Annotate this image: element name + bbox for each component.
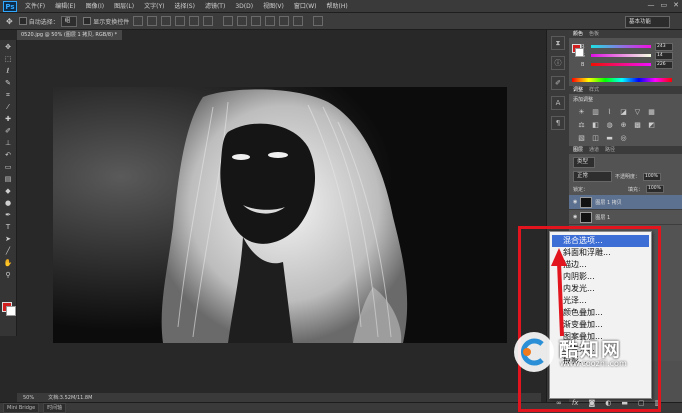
watermark-url: www.coozhi.com xyxy=(560,359,627,368)
watermark: 酷知网 www.coozhi.com xyxy=(494,322,674,382)
watermark-title: 酷知网 xyxy=(559,339,623,361)
